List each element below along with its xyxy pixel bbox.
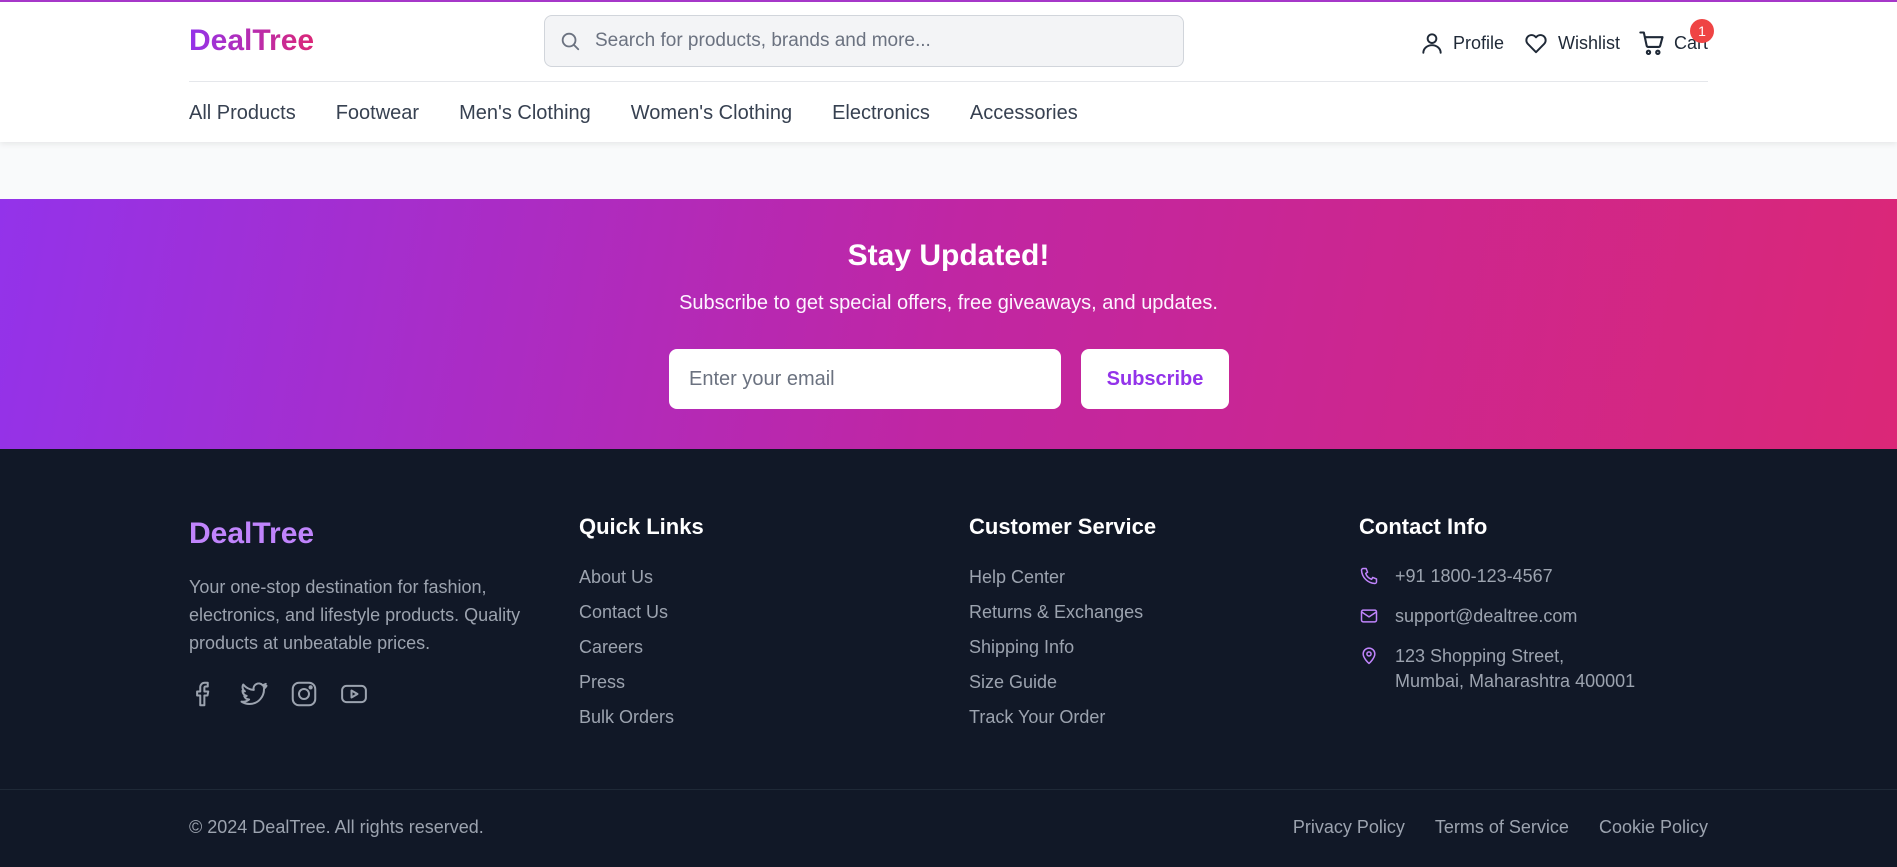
link-privacy-policy[interactable]: Privacy Policy [1293, 817, 1405, 838]
link-contact-us[interactable]: Contact Us [579, 601, 704, 623]
heart-icon [1525, 34, 1547, 54]
site-footer: DealTree Your one-stop destination for f… [0, 449, 1897, 867]
contact-email: support@dealtree.com [1359, 604, 1635, 629]
contact-info-list: +91 1800-123-4567 support@dealtree.com 1… [1359, 564, 1635, 694]
newsletter-email-input[interactable] [669, 349, 1061, 409]
link-shipping-info[interactable]: Shipping Info [969, 636, 1156, 658]
search-input[interactable] [595, 16, 1175, 66]
site-header: DealTree Profile Wishlist Cart 1 [0, 0, 1897, 142]
contact-address: 123 Shopping Street, Mumbai, Maharashtra… [1359, 644, 1635, 694]
nav-item-mens-clothing[interactable]: Men's Clothing [459, 102, 591, 125]
link-cookie-policy[interactable]: Cookie Policy [1599, 817, 1708, 838]
legal-links: Privacy Policy Terms of Service Cookie P… [1293, 817, 1708, 838]
copyright-text: © 2024 DealTree. All rights reserved. [189, 817, 484, 837]
youtube-icon[interactable] [339, 679, 369, 709]
newsletter-title: Stay Updated! [847, 239, 1050, 272]
link-terms-of-service[interactable]: Terms of Service [1435, 817, 1569, 838]
footer-bottom-bar: © 2024 DealTree. All rights reserved. Pr… [0, 789, 1897, 867]
map-pin-icon [1362, 647, 1376, 665]
instagram-icon[interactable] [289, 679, 319, 709]
quick-links-column: Quick Links About Us Contact Us Careers … [579, 514, 704, 741]
footer-logo[interactable]: DealTree [189, 517, 529, 551]
customer-service-column: Customer Service Help Center Returns & E… [969, 514, 1156, 741]
contact-phone-text[interactable]: +91 1800-123-4567 [1395, 564, 1553, 589]
header-actions: Profile Wishlist Cart 1 [1419, 19, 1714, 60]
mail-icon [1360, 609, 1378, 623]
link-help-center[interactable]: Help Center [969, 566, 1156, 588]
twitter-icon[interactable] [239, 679, 269, 709]
contact-email-text[interactable]: support@dealtree.com [1395, 604, 1577, 629]
profile-label: Profile [1452, 32, 1504, 53]
cart-count-badge: 1 [1689, 19, 1714, 43]
customer-service-title: Customer Service [969, 514, 1157, 539]
link-press[interactable]: Press [579, 671, 704, 693]
nav-item-accessories[interactable]: Accessories [970, 102, 1078, 125]
logo[interactable]: DealTree [189, 24, 314, 58]
link-about-us[interactable]: About Us [579, 566, 704, 588]
phone-icon [1360, 567, 1378, 585]
wishlist-label: Wishlist [1557, 32, 1620, 53]
cart-icon [1639, 31, 1664, 56]
link-careers[interactable]: Careers [579, 636, 704, 658]
wishlist-button[interactable]: Wishlist [1522, 30, 1620, 56]
nav-item-footwear[interactable]: Footwear [336, 102, 419, 125]
header-inner: DealTree Profile Wishlist Cart 1 [189, 2, 1714, 144]
address-line-2: Mumbai, Maharashtra 400001 [1395, 671, 1636, 691]
link-track-order[interactable]: Track Your Order [969, 706, 1156, 728]
contact-info-column: Contact Info +91 1800-123-4567 support@d… [1359, 514, 1635, 709]
footer-brand-column: DealTree Your one-stop destination for f… [189, 514, 529, 709]
footer-description: Your one-stop destination for fashion, e… [189, 577, 521, 653]
social-links [189, 679, 529, 709]
search-icon [561, 32, 580, 51]
nav-item-all-products[interactable]: All Products [189, 102, 296, 125]
quick-links-list: About Us Contact Us Careers Press Bulk O… [579, 566, 704, 728]
newsletter-subtitle: Subscribe to get special offers, free gi… [679, 292, 1218, 314]
header-top-row: DealTree Profile Wishlist Cart 1 [189, 2, 1714, 82]
quick-links-title: Quick Links [579, 514, 704, 539]
cart-button[interactable]: Cart 1 [1638, 19, 1714, 57]
profile-button[interactable]: Profile [1419, 30, 1504, 56]
link-bulk-orders[interactable]: Bulk Orders [579, 706, 704, 728]
subscribe-button[interactable]: Subscribe [1081, 349, 1229, 409]
category-nav: All Products Footwear Men's Clothing Wom… [189, 82, 1078, 144]
nav-item-electronics[interactable]: Electronics [832, 102, 930, 125]
search-bar [544, 15, 1184, 67]
newsletter-section: Stay Updated! Subscribe to get special o… [0, 199, 1897, 449]
user-icon [1422, 33, 1442, 54]
facebook-icon[interactable] [189, 679, 219, 709]
contact-info-title: Contact Info [1359, 514, 1488, 539]
contact-address-text: 123 Shopping Street, Mumbai, Maharashtra… [1395, 644, 1635, 694]
customer-service-list: Help Center Returns & Exchanges Shipping… [969, 566, 1156, 728]
nav-item-womens-clothing[interactable]: Women's Clothing [631, 102, 792, 125]
link-returns-exchanges[interactable]: Returns & Exchanges [969, 601, 1156, 623]
address-line-1: 123 Shopping Street, [1395, 646, 1565, 666]
link-size-guide[interactable]: Size Guide [969, 671, 1156, 693]
contact-phone: +91 1800-123-4567 [1359, 564, 1635, 589]
